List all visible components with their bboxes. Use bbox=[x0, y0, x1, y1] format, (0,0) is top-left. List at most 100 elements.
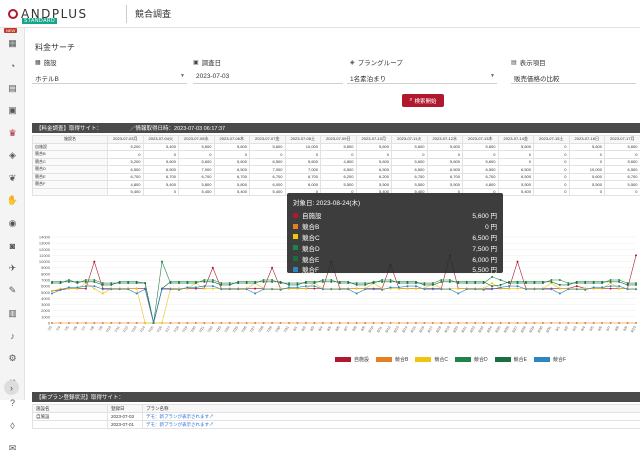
data-point[interactable] bbox=[542, 322, 544, 324]
data-point[interactable] bbox=[330, 279, 332, 281]
data-point[interactable] bbox=[203, 279, 205, 281]
plan-select[interactable]: 1名素泊まり▼ bbox=[347, 70, 497, 84]
data-point[interactable] bbox=[229, 282, 231, 284]
data-point[interactable] bbox=[229, 284, 231, 286]
data-point[interactable] bbox=[51, 293, 53, 295]
sidebar-expand-button[interactable]: › bbox=[4, 380, 19, 395]
data-point[interactable] bbox=[220, 282, 222, 284]
data-point[interactable] bbox=[330, 281, 332, 283]
data-point[interactable] bbox=[618, 279, 620, 281]
data-point[interactable] bbox=[254, 288, 256, 290]
data-point[interactable] bbox=[517, 288, 519, 290]
data-point[interactable] bbox=[85, 322, 87, 324]
data-point[interactable] bbox=[237, 281, 239, 283]
data-point[interactable] bbox=[398, 281, 400, 283]
sidebar-item-user[interactable]: ◉ bbox=[0, 212, 25, 235]
data-point[interactable] bbox=[449, 281, 451, 283]
data-point[interactable] bbox=[85, 281, 87, 283]
data-point[interactable] bbox=[491, 282, 493, 284]
data-point[interactable] bbox=[415, 281, 417, 283]
data-point[interactable] bbox=[483, 281, 485, 283]
data-point[interactable] bbox=[203, 285, 205, 287]
data-point[interactable] bbox=[406, 322, 408, 324]
sidebar-item-gauge[interactable]: ◔ bbox=[0, 55, 25, 78]
data-point[interactable] bbox=[610, 279, 612, 281]
data-point[interactable] bbox=[263, 322, 265, 324]
data-point[interactable] bbox=[449, 322, 451, 324]
data-point[interactable] bbox=[550, 288, 552, 290]
sidebar-item-leaf[interactable]: ❦ bbox=[0, 167, 25, 190]
data-point[interactable] bbox=[593, 322, 595, 324]
data-point[interactable] bbox=[576, 322, 578, 324]
data-point[interactable] bbox=[627, 284, 629, 286]
data-point[interactable] bbox=[144, 282, 146, 284]
data-point[interactable] bbox=[271, 281, 273, 283]
data-point[interactable] bbox=[119, 322, 121, 324]
data-point[interactable] bbox=[220, 322, 222, 324]
data-point[interactable] bbox=[525, 322, 527, 324]
data-point[interactable] bbox=[85, 279, 87, 281]
data-point[interactable] bbox=[263, 288, 265, 290]
data-point[interactable] bbox=[313, 288, 315, 290]
data-point[interactable] bbox=[432, 282, 434, 284]
data-point[interactable] bbox=[440, 281, 442, 283]
data-point[interactable] bbox=[457, 288, 459, 290]
data-point[interactable] bbox=[339, 288, 341, 290]
data-point[interactable] bbox=[373, 288, 375, 290]
data-point[interactable] bbox=[390, 322, 392, 324]
data-point[interactable] bbox=[398, 322, 400, 324]
data-point[interactable] bbox=[254, 322, 256, 324]
data-point[interactable] bbox=[381, 279, 383, 281]
data-point[interactable] bbox=[280, 281, 282, 283]
sidebar-item-book[interactable]: ▥ bbox=[0, 302, 25, 325]
data-point[interactable] bbox=[246, 288, 248, 290]
data-point[interactable] bbox=[559, 322, 561, 324]
data-point[interactable] bbox=[136, 288, 138, 290]
data-point[interactable] bbox=[356, 288, 358, 290]
data-point[interactable] bbox=[93, 281, 95, 283]
data-point[interactable] bbox=[322, 288, 324, 290]
data-point[interactable] bbox=[136, 281, 138, 283]
data-point[interactable] bbox=[449, 279, 451, 281]
data-point[interactable] bbox=[246, 281, 248, 283]
data-point[interactable] bbox=[432, 284, 434, 286]
data-point[interactable] bbox=[195, 322, 197, 324]
data-point[interactable] bbox=[127, 322, 129, 324]
sidebar-item-plane[interactable]: ✈ bbox=[0, 257, 25, 280]
sidebar-item-gear[interactable]: ⚙ bbox=[0, 347, 25, 370]
data-point[interactable] bbox=[474, 288, 476, 290]
data-point[interactable] bbox=[93, 322, 95, 324]
data-point[interactable] bbox=[76, 286, 78, 288]
data-point[interactable] bbox=[305, 281, 307, 283]
data-point[interactable] bbox=[364, 284, 366, 286]
data-point[interactable] bbox=[398, 286, 400, 288]
legend-item[interactable]: 競合C bbox=[415, 356, 448, 363]
data-point[interactable] bbox=[271, 267, 273, 269]
data-point[interactable] bbox=[347, 288, 349, 290]
data-point[interactable] bbox=[110, 282, 112, 284]
data-point[interactable] bbox=[627, 322, 629, 324]
data-point[interactable] bbox=[356, 282, 358, 284]
data-point[interactable] bbox=[110, 288, 112, 290]
data-point[interactable] bbox=[203, 288, 205, 290]
data-point[interactable] bbox=[415, 322, 417, 324]
data-point[interactable] bbox=[76, 322, 78, 324]
data-point[interactable] bbox=[550, 322, 552, 324]
data-point[interactable] bbox=[288, 284, 290, 286]
sidebar-item-camera[interactable]: ◙ bbox=[0, 235, 25, 258]
data-point[interactable] bbox=[491, 288, 493, 290]
data-point[interactable] bbox=[364, 282, 366, 284]
search-button[interactable]: ⌕検索開始 bbox=[402, 94, 444, 107]
data-point[interactable] bbox=[584, 322, 586, 324]
data-point[interactable] bbox=[144, 288, 146, 290]
data-point[interactable] bbox=[263, 281, 265, 283]
data-point[interactable] bbox=[186, 286, 188, 288]
data-point[interactable] bbox=[212, 322, 214, 324]
data-point[interactable] bbox=[51, 290, 53, 292]
data-point[interactable] bbox=[406, 288, 408, 290]
data-point[interactable] bbox=[110, 284, 112, 286]
data-point[interactable] bbox=[280, 289, 282, 291]
data-point[interactable] bbox=[85, 288, 87, 290]
data-point[interactable] bbox=[525, 288, 527, 290]
data-point[interactable] bbox=[364, 322, 366, 324]
